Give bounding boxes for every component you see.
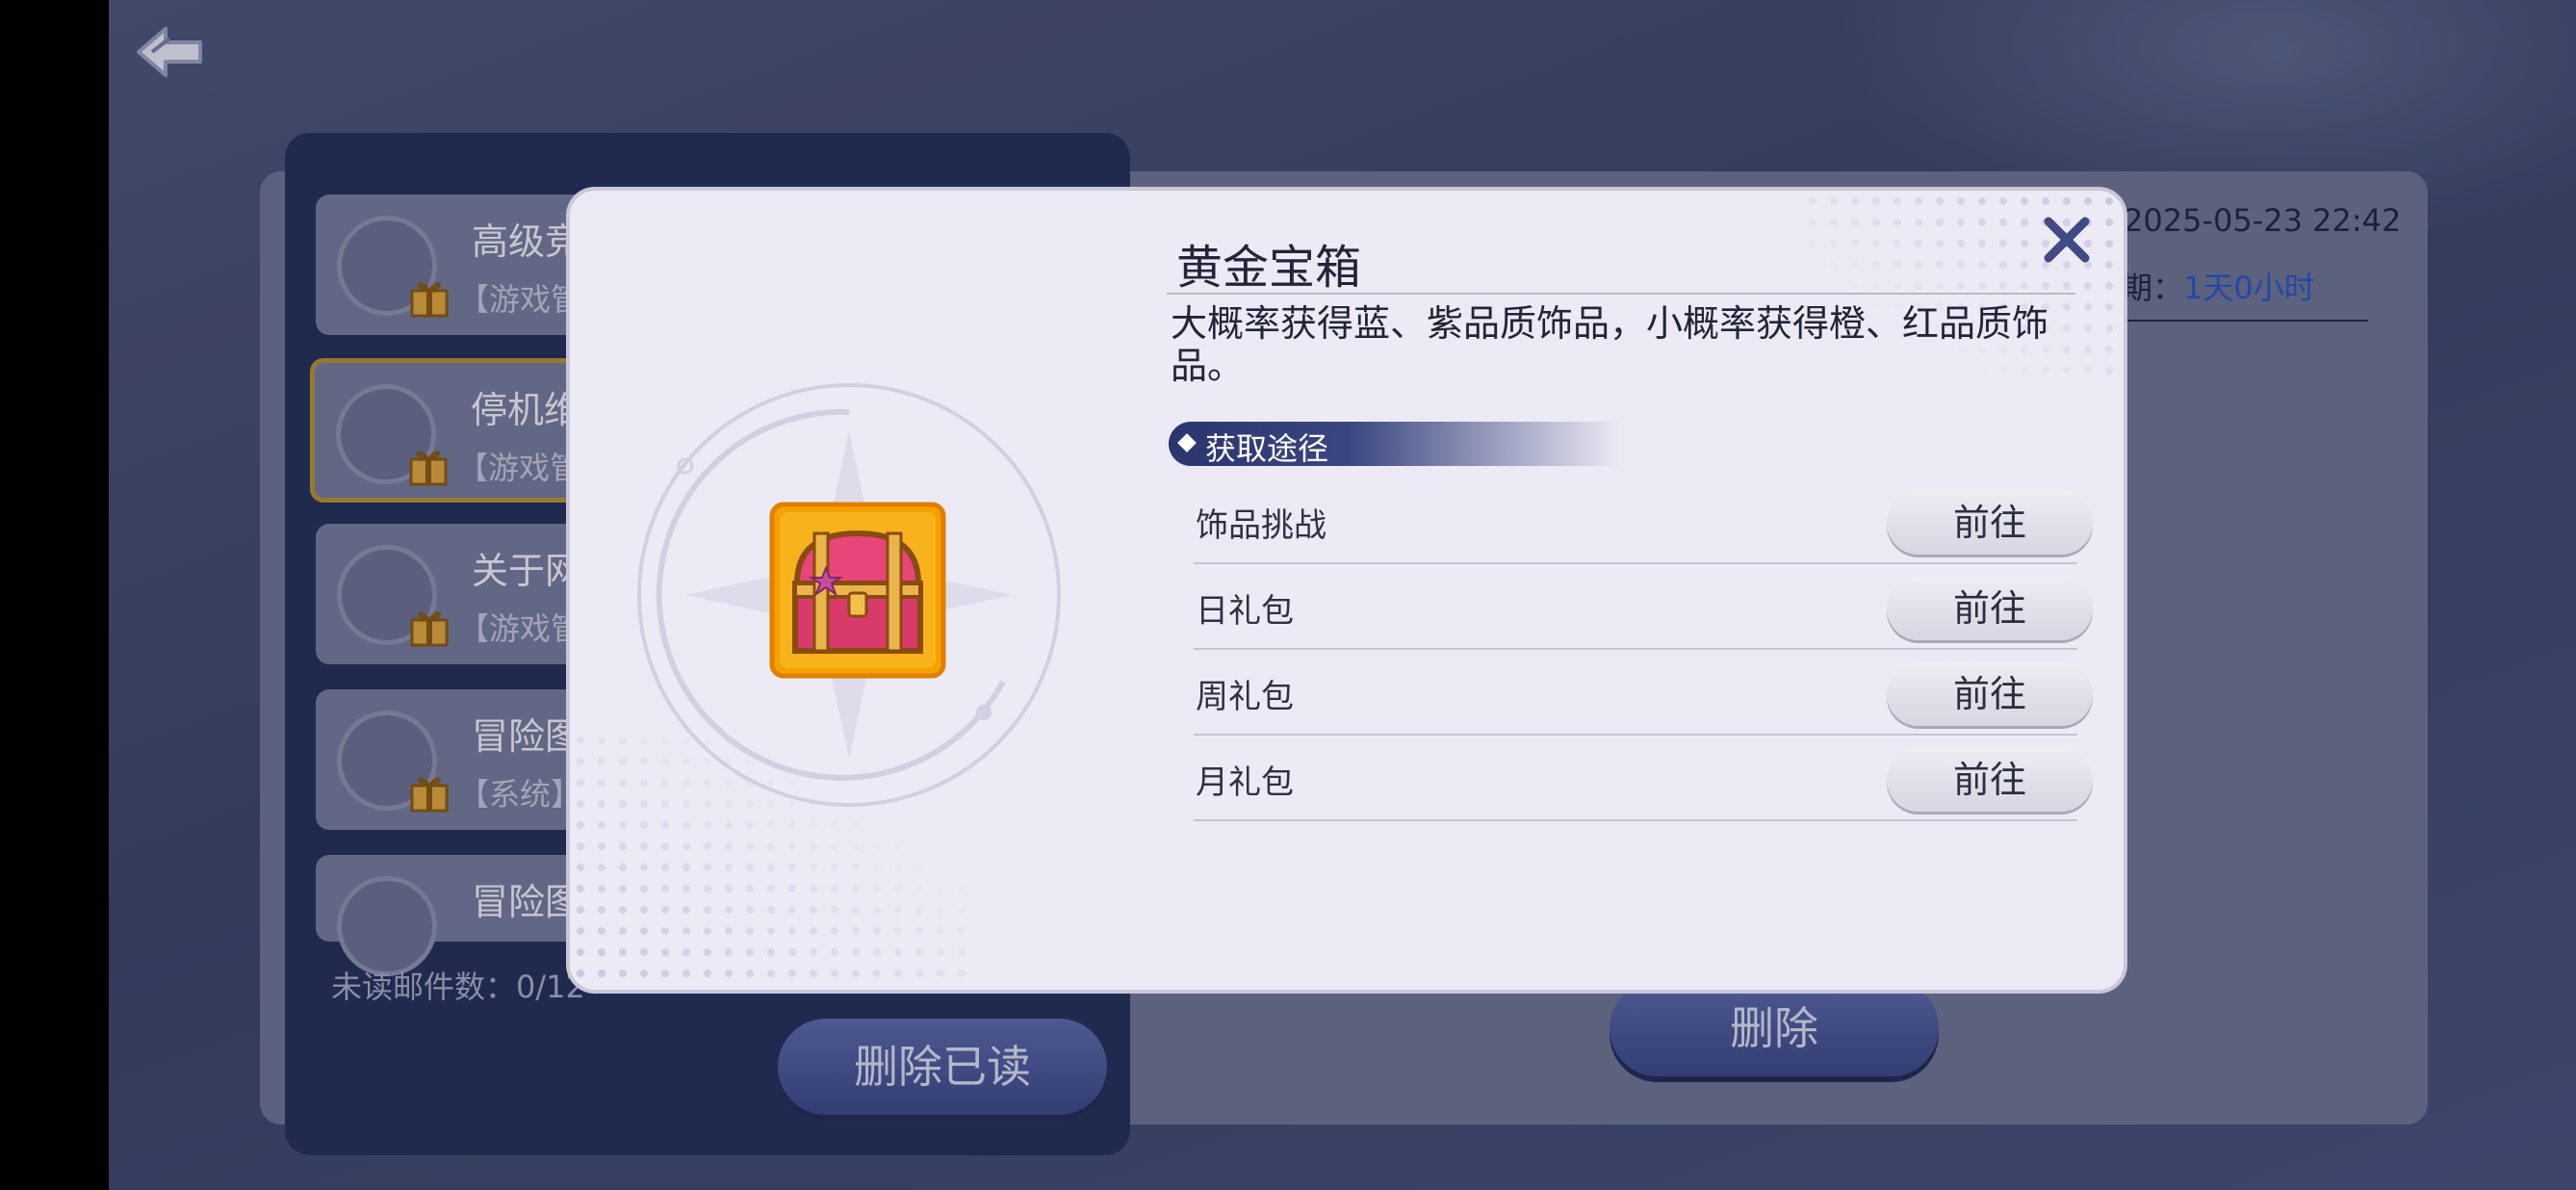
item-info-dialog: 黄金宝箱 大概率获得蓝、紫品质饰品，小概率获得橙、红品质饰品。 获取途径 饰品挑…	[570, 191, 2124, 990]
item-description: 大概率获得蓝、紫品质饰品，小概率获得橙、红品质饰品。	[1171, 302, 2049, 387]
goto-button[interactable]: 前往	[1887, 748, 2093, 812]
source-row: 周礼包 前往	[1194, 651, 2093, 736]
source-row: 日礼包 前往	[1194, 565, 2093, 650]
goto-button[interactable]: 前往	[1887, 662, 2093, 726]
screen-edge	[0, 0, 109, 1190]
goto-button[interactable]: 前往	[1887, 577, 2093, 640]
source-label: 月礼包	[1196, 763, 1294, 802]
game-screen: 2025-05-23 22:42 期：1天0小时 删除 高级竞 【游戏管 停机维…	[0, 0, 2576, 1190]
close-button[interactable]	[2041, 214, 2093, 266]
golden-chest-icon	[769, 502, 946, 679]
source-row: 饰品挑战 前往	[1194, 479, 2093, 564]
close-icon	[2044, 217, 2090, 263]
divider	[1167, 293, 2075, 295]
source-row: 月礼包 前往	[1194, 737, 2093, 821]
source-label: 周礼包	[1196, 678, 1294, 716]
item-title: 黄金宝箱	[1176, 241, 1362, 295]
goto-button[interactable]: 前往	[1887, 491, 2093, 555]
source-label: 饰品挑战	[1196, 506, 1327, 545]
source-header: 获取途径	[1205, 430, 1329, 467]
source-label: 日礼包	[1196, 592, 1294, 631]
